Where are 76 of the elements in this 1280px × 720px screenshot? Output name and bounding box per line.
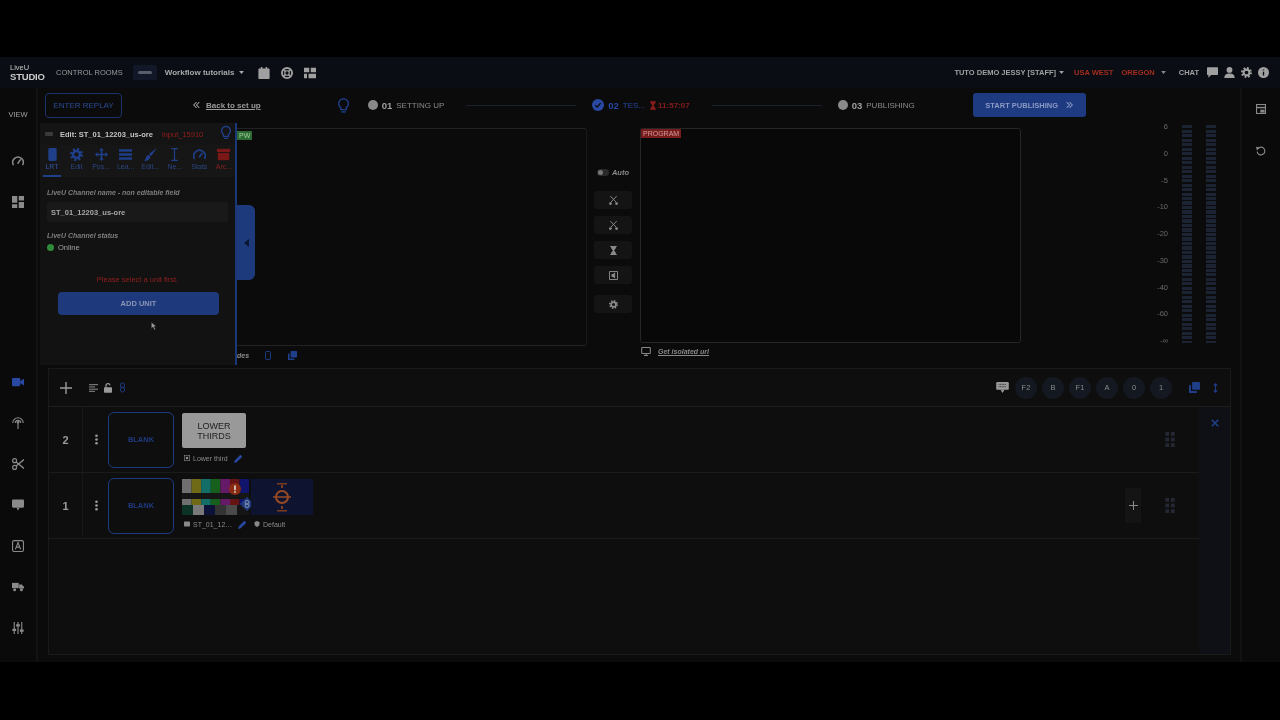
presentation-screen-icon[interactable] — [12, 498, 24, 511]
layout-grid-icon[interactable] — [304, 66, 317, 79]
thumbnail-title: LOWER THIRDS — [196, 420, 232, 441]
graphic-thumbnail[interactable] — [251, 479, 313, 515]
mouse-cursor-icon — [151, 321, 157, 331]
back-to-setup-link[interactable]: Back to set up — [193, 100, 261, 110]
test-pattern-thumbnail[interactable] — [182, 479, 249, 515]
transition-button[interactable] — [594, 241, 632, 259]
gauge-icon — [192, 148, 206, 161]
keyboard-icon[interactable] — [996, 382, 1009, 393]
antenna-icon[interactable] — [12, 416, 24, 429]
caret-icon — [1160, 71, 1166, 74]
scissors-icon[interactable] — [12, 457, 24, 470]
crossed-arrows-icon — [608, 220, 618, 230]
unlocked-padlock-icon[interactable] — [104, 382, 112, 393]
drag-handle-icon[interactable] — [1165, 432, 1175, 447]
text-tool-icon[interactable] — [12, 539, 24, 552]
gear-icon — [70, 148, 84, 161]
paintbrush-icon — [143, 148, 157, 161]
dashboard-icon[interactable] — [12, 195, 24, 208]
step-number: 02 — [608, 99, 619, 111]
chat-bubble-icon[interactable] — [1207, 67, 1218, 78]
plus-icon[interactable] — [60, 381, 72, 394]
caret-icon — [1059, 71, 1065, 74]
gauge-icon[interactable] — [12, 154, 24, 167]
history-icon[interactable] — [1256, 146, 1266, 156]
door-speaker-icon — [608, 270, 618, 280]
align-left-icon[interactable] — [89, 383, 98, 392]
lifebuoy-icon[interactable] — [281, 66, 294, 79]
crossed-arrows-icon — [608, 195, 618, 205]
shield-icon — [254, 521, 260, 527]
step-number: 01 — [381, 99, 393, 111]
lower-third-thumbnail[interactable]: LOWER THIRDS — [182, 413, 246, 448]
double-chevron-icon — [193, 102, 200, 108]
logo-tile-icon — [132, 65, 157, 80]
transition-button[interactable] — [594, 266, 632, 284]
auto-toggle[interactable] — [596, 168, 609, 176]
archive-box-icon — [217, 148, 231, 161]
transition-button[interactable] — [594, 216, 632, 234]
hourglass-icon — [608, 245, 618, 255]
gear-icon — [608, 299, 618, 309]
hourglass-icon — [650, 100, 657, 110]
move-arrows-icon — [94, 148, 108, 161]
add-source-button[interactable] — [1125, 488, 1141, 523]
layer-number: 1 — [62, 499, 69, 512]
workspace-dropdown[interactable]: Workflow tutorials — [164, 68, 245, 77]
panel-layout-icon[interactable] — [1256, 104, 1266, 114]
step-label: SETTING UP — [396, 100, 445, 110]
transition-button[interactable] — [594, 295, 632, 313]
user-icon[interactable] — [1224, 67, 1235, 78]
monitor-icon — [641, 347, 651, 356]
kebab-menu-icon[interactable] — [95, 434, 98, 445]
layer-number: 2 — [62, 433, 69, 446]
double-chevron-icon — [1066, 102, 1074, 108]
gear-icon[interactable] — [1241, 67, 1252, 78]
plus-icon — [1128, 501, 1138, 510]
device-icon — [45, 148, 59, 161]
logo-product-text: STUDIO — [10, 71, 46, 81]
kebab-menu-icon[interactable] — [95, 500, 98, 511]
step-label: TES... — [622, 100, 646, 110]
sliders-icon[interactable] — [12, 621, 24, 634]
calendar-icon[interactable] — [258, 66, 271, 79]
enter-replay-button[interactable]: ENTER REPLAY — [45, 92, 122, 118]
tag-icon — [45, 132, 53, 136]
truck-icon[interactable] — [12, 580, 24, 593]
step-number: 03 — [851, 99, 863, 111]
info-icon[interactable] — [1258, 67, 1269, 78]
bars-icon — [119, 148, 133, 161]
caret-icon — [239, 71, 245, 74]
screen-icon — [184, 521, 190, 527]
image-icon — [184, 455, 190, 461]
step-timer: 11:57:07 — [658, 100, 690, 110]
step-label: PUBLISHING — [866, 100, 915, 110]
caret-icon — [243, 238, 249, 247]
transition-button[interactable] — [594, 191, 632, 209]
drag-handle-icon[interactable] — [1165, 498, 1175, 513]
